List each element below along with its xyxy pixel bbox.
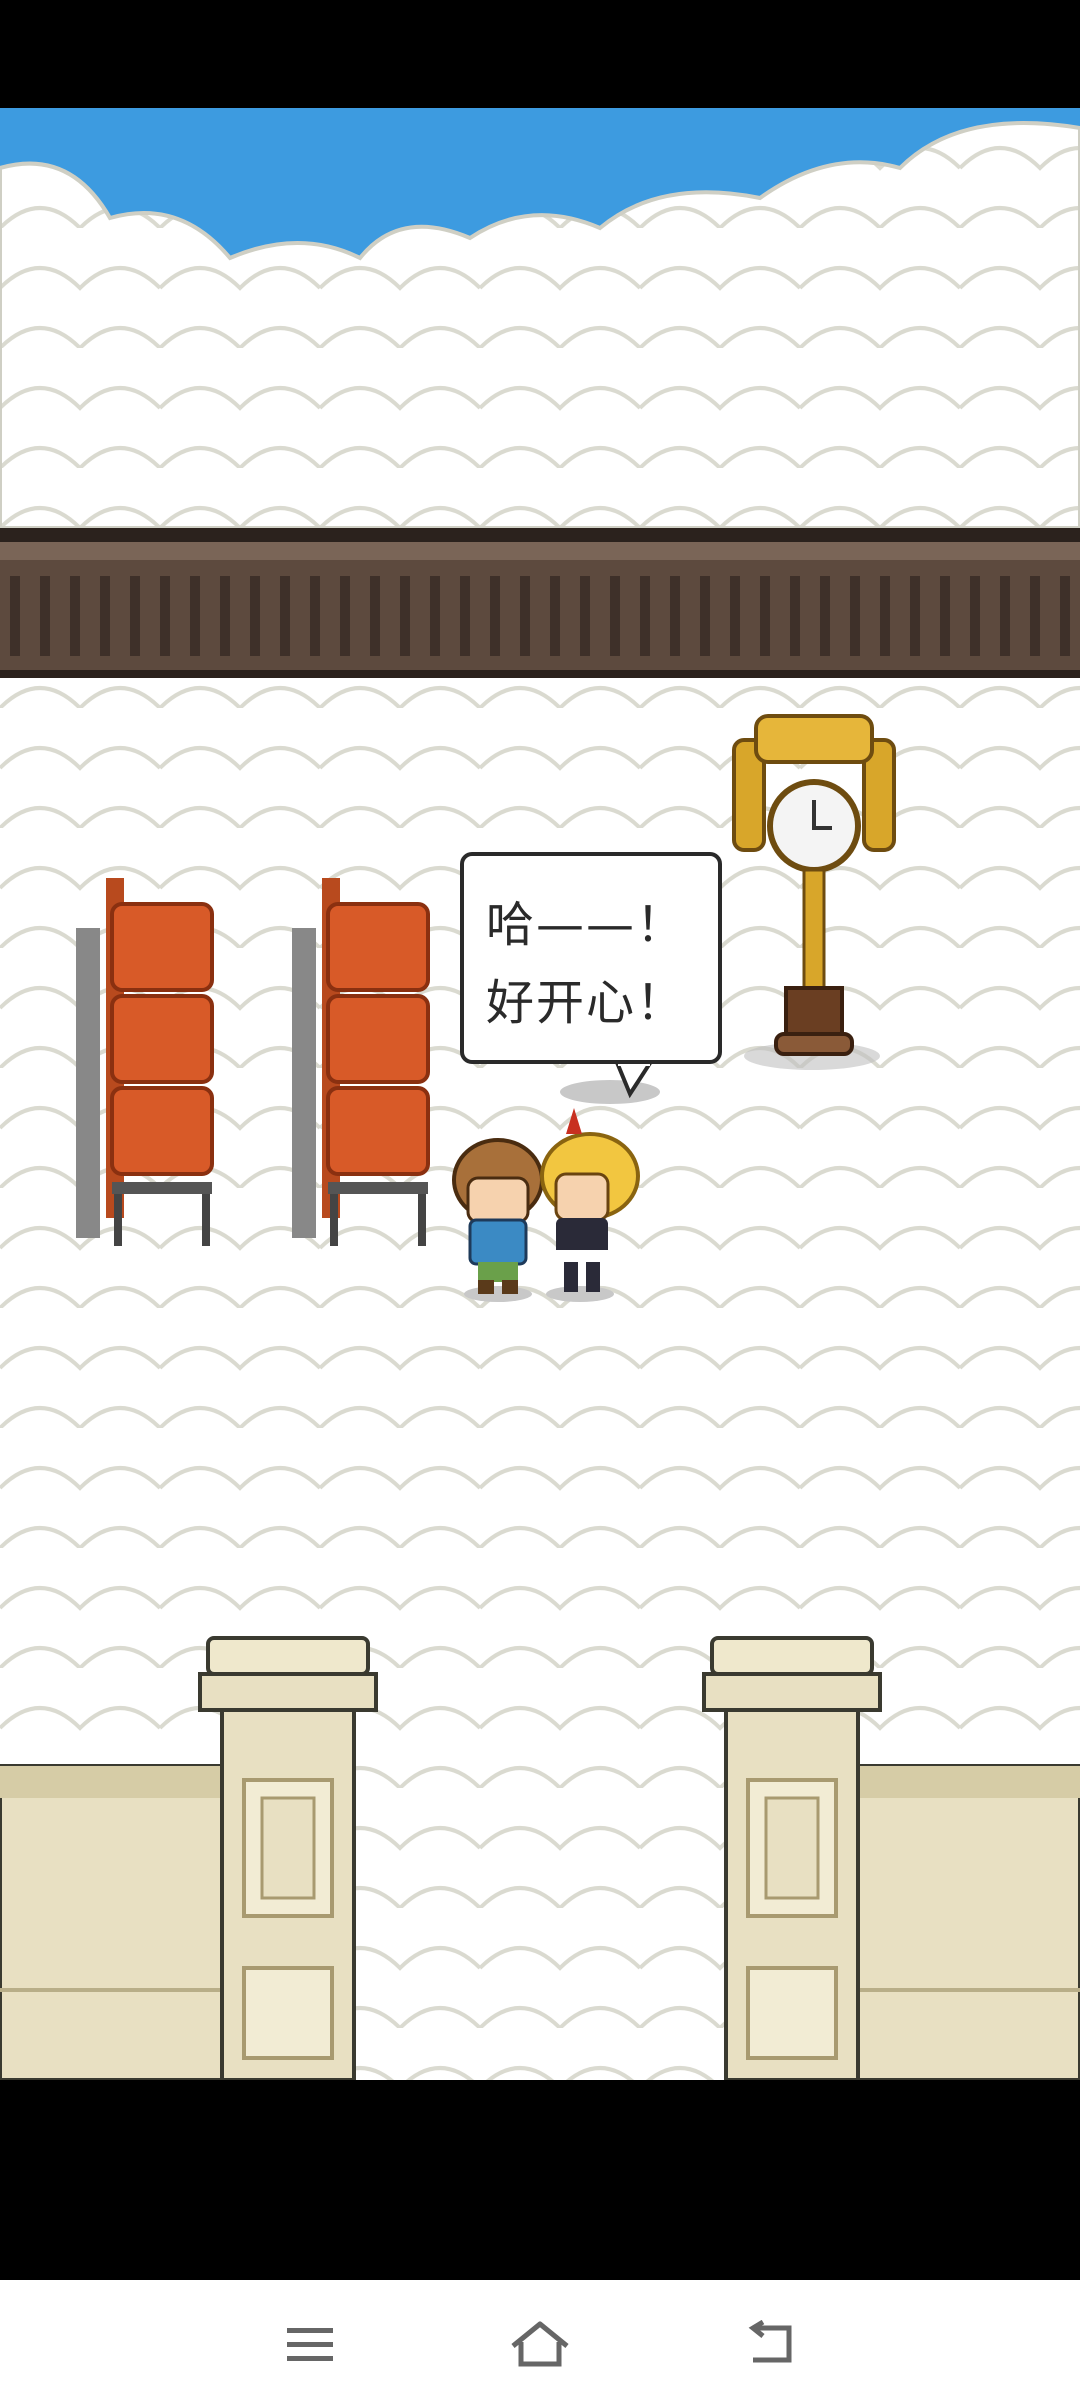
bubble-tail [613,1060,655,1099]
menu-button[interactable] [270,2304,350,2384]
seat-row-left [76,878,214,1246]
lower-wall-right [848,1764,1080,2080]
home-button[interactable] [500,2304,580,2384]
pillar-right [702,1636,882,2080]
status-bar [0,0,1080,108]
dialogue-line-2: 好开心！ [486,975,687,1031]
back-icon [748,2320,792,2363]
dialogue-line-1: 哈——！ [486,897,687,953]
game-view[interactable]: 哈——！ 好开心！ [0,108,1080,2080]
letterbox-bottom [0,2080,1080,2280]
navigation-bar [0,2280,1080,2408]
railing [0,528,1080,678]
back-button[interactable] [730,2304,810,2384]
seat-row-right [292,878,430,1246]
menu-icon [287,2328,333,2361]
home-icon [511,2321,569,2367]
speech-bubble[interactable]: 哈——！ 好开心！ [460,852,722,1064]
pillar-left [198,1636,378,2080]
lower-wall-left [0,1764,232,2080]
game-scene [0,108,1080,2080]
